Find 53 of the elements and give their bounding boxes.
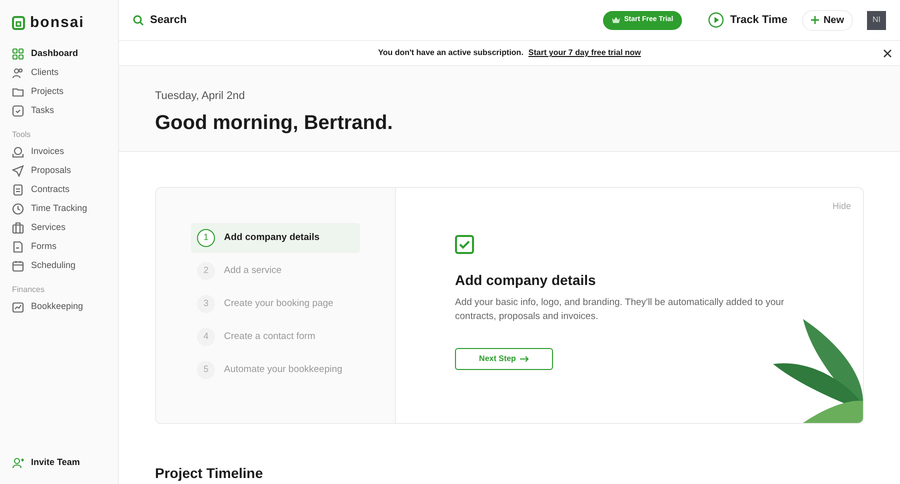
greeting-heading: Good morning, Bertrand. bbox=[155, 110, 394, 136]
task-icon bbox=[12, 105, 24, 117]
step-number: 3 bbox=[197, 295, 215, 313]
step-number: 2 bbox=[197, 262, 215, 280]
step-number: 4 bbox=[197, 328, 215, 346]
section-label: Tools bbox=[12, 128, 32, 140]
search-icon bbox=[133, 14, 144, 26]
people-icon bbox=[12, 67, 24, 79]
section-label: Finances bbox=[12, 284, 46, 296]
case-icon bbox=[12, 222, 24, 234]
doc-icon bbox=[12, 184, 24, 196]
logo-text: bonsai bbox=[30, 13, 84, 33]
plus-icon bbox=[811, 16, 820, 24]
step-number: 5 bbox=[197, 361, 215, 379]
nav-item[interactable]: Bookkeeping bbox=[12, 298, 118, 316]
send-icon bbox=[12, 165, 24, 177]
nav-item[interactable]: Proposals bbox=[12, 162, 118, 180]
search-field[interactable]: Search bbox=[150, 12, 350, 28]
nav-item[interactable]: Clients bbox=[12, 64, 118, 82]
nav-item[interactable]: Services bbox=[12, 218, 118, 238]
invite-icon bbox=[12, 456, 24, 468]
logo-icon bbox=[12, 16, 25, 30]
section-heading: Project Timeline bbox=[155, 464, 264, 483]
form-icon bbox=[12, 241, 24, 253]
cal-icon bbox=[12, 260, 24, 272]
banner-text: You don't have an active subscription. bbox=[378, 47, 524, 59]
invite-team-link[interactable]: Invite Team bbox=[12, 453, 118, 472]
nav-item[interactable]: Scheduling bbox=[12, 256, 118, 276]
step-item[interactable]: 1 Add company details bbox=[191, 223, 360, 253]
grid-icon bbox=[12, 48, 24, 60]
new-button[interactable]: New bbox=[802, 10, 853, 30]
nav-item[interactable]: Dashboard bbox=[12, 44, 118, 64]
close-icon[interactable] bbox=[883, 49, 892, 58]
crown-icon bbox=[612, 17, 620, 23]
nav-item[interactable]: Forms bbox=[12, 238, 118, 256]
step-title: Add company details bbox=[455, 271, 597, 290]
chart-icon bbox=[12, 301, 24, 313]
nav-item[interactable]: Tasks bbox=[12, 102, 118, 120]
nav-item[interactable]: Time Tracking bbox=[12, 200, 118, 218]
trial-link[interactable]: Start your 7 day free trial now bbox=[528, 47, 641, 59]
avatar[interactable]: NI bbox=[867, 10, 886, 30]
folder-icon bbox=[12, 86, 24, 98]
arrow-icon bbox=[520, 356, 529, 362]
nav-item[interactable]: Projects bbox=[12, 82, 118, 102]
date-text: Tuesday, April 2nd bbox=[155, 89, 246, 104]
play-icon bbox=[708, 12, 724, 28]
clock-icon bbox=[12, 203, 24, 215]
track-time-button[interactable]: Track Time bbox=[708, 12, 788, 28]
step-description: Add your basic info, logo, and branding. They'll be automatically added to your contracts, proposals and invoices. bbox=[455, 296, 786, 324]
step-number: 1 bbox=[197, 229, 215, 247]
nav-item[interactable]: Invoices bbox=[12, 142, 118, 162]
nav-item[interactable]: Contracts bbox=[12, 180, 118, 200]
checkbox-icon bbox=[455, 235, 474, 254]
